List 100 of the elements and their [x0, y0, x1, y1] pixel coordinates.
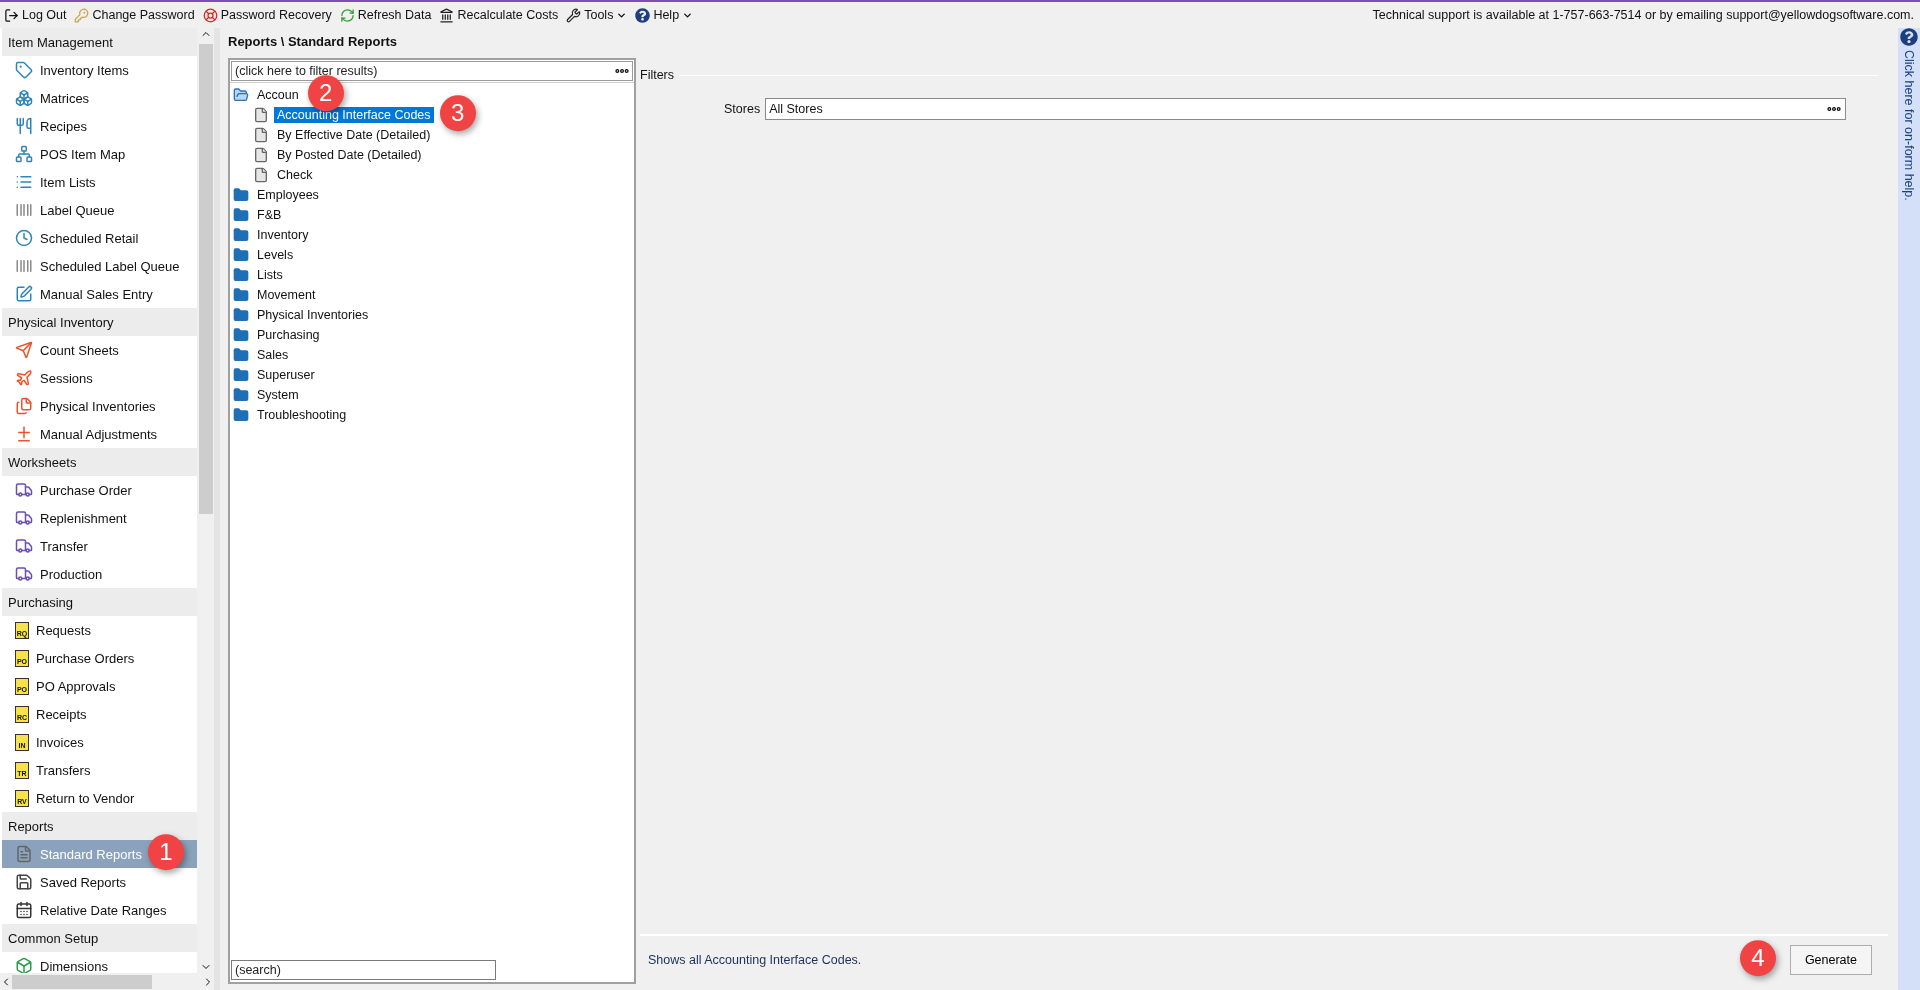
edit-icon — [15, 285, 33, 303]
lifebuoy-icon — [202, 7, 218, 23]
sidebar-item-label: Dimensions — [40, 958, 108, 973]
support-text: Technical support is available at 1-757-663-7514 or by emailing support@yellowdogsoftware.com. — [1372, 8, 1915, 22]
sidebar-item-label: Replenishment — [40, 510, 127, 526]
toolbar-button[interactable]: Change Password — [74, 7, 195, 23]
toolbar-button[interactable]: Refresh Data — [339, 7, 432, 23]
sidebar-item-label: Count Sheets — [40, 342, 119, 358]
report-icon — [15, 845, 33, 863]
tag-icon — [15, 61, 33, 79]
sidebar-item-label: Label Queue — [40, 202, 115, 218]
key-icon — [74, 7, 90, 23]
barcode-icon — [15, 257, 33, 275]
plus-minus-icon — [15, 425, 33, 443]
documents-icon — [15, 397, 33, 415]
section-header: Item Management — [2, 28, 197, 56]
search-field[interactable]: (search) — [231, 960, 496, 980]
list-icon — [15, 173, 33, 191]
section-header: Worksheets — [2, 448, 197, 476]
filters-title: Filters — [640, 68, 675, 82]
sidebar-item-label: Invoices — [36, 734, 84, 750]
tree-folder[interactable]: Lists — [254, 267, 286, 283]
callout-badge: 4 — [1739, 940, 1776, 977]
sidebar-item-label: Return to Vendor — [36, 790, 135, 806]
sidebar-item-label: Sessions — [40, 370, 93, 386]
sidebar-item-label: Purchase Order — [40, 482, 132, 498]
sidebar-item-label: Purchase Orders — [36, 650, 135, 666]
menu-button[interactable]: Help — [635, 7, 694, 23]
tree-folder[interactable]: Sales — [254, 347, 292, 363]
fork-knife-icon — [15, 117, 33, 135]
report-file-icon — [253, 107, 269, 123]
generate-button[interactable]: Generate — [1789, 945, 1872, 975]
section-header: Physical Inventory — [2, 308, 197, 336]
tree-folder[interactable]: Physical Inventories — [254, 307, 372, 323]
report-description: Shows all Accounting Interface Codes. — [648, 953, 862, 967]
help-icon — [635, 7, 651, 23]
bank-building-icon — [439, 7, 455, 23]
tree-folder[interactable]: Superuser — [254, 367, 318, 383]
sidebar-item-label: Manual Adjustments — [40, 426, 158, 442]
sidebar-item-label: Transfer — [40, 538, 88, 554]
hierarchy-icon — [15, 145, 33, 163]
logout-icon — [4, 7, 19, 23]
sidebar-item-label: Requests — [36, 622, 91, 638]
sidebar-item-label: Receipts — [36, 706, 87, 722]
refresh-icon — [339, 7, 355, 23]
sidebar-item-label: Matrices — [40, 90, 90, 106]
tree-folder[interactable]: Purchasing — [254, 327, 323, 343]
tree-folder[interactable]: System — [254, 387, 302, 403]
callout-badge: 3 — [439, 95, 476, 132]
wrench-icon — [566, 7, 582, 23]
sidebar-item-label: Recipes — [40, 118, 87, 134]
sidebar-item-label: Scheduled Retail — [40, 230, 139, 246]
sidebar-item-label: Manual Sales Entry — [40, 286, 153, 302]
sidebar-item-label: Physical Inventories — [40, 398, 156, 414]
report-file-icon — [253, 147, 269, 163]
filter-field[interactable]: (click here to filter results) — [231, 61, 633, 81]
tree-item[interactable]: Check — [274, 167, 316, 183]
stores-field[interactable]: All Stores — [765, 98, 1846, 120]
truck-icon — [15, 481, 33, 499]
plane-icon — [15, 369, 33, 387]
breadcrumb: Reports \ Standard Reports — [228, 32, 399, 51]
sidebar-item-label: Scheduled Label Queue — [40, 258, 180, 274]
sidebar-item-label: PO Approvals — [36, 678, 116, 694]
disk-document-icon — [15, 873, 33, 891]
help-strip[interactable]: Click here for on-form help. — [1898, 28, 1920, 990]
sidebar-item-label: Inventory Items — [40, 62, 129, 78]
clock-icon — [15, 229, 33, 247]
sidebar-item-label: Transfers — [36, 762, 91, 778]
tree-folder[interactable]: Employees — [254, 187, 322, 203]
section-header: Common Setup — [2, 924, 197, 952]
truck-icon — [15, 565, 33, 583]
toolbar-button[interactable]: Recalculate Costs — [439, 7, 559, 23]
tree-folder[interactable]: Inventory — [254, 227, 312, 243]
report-file-icon — [253, 127, 269, 143]
tree-item[interactable]: By Posted Date (Detailed) — [274, 147, 425, 163]
sidebar-item-label: POS Item Map — [40, 146, 126, 162]
sidebar-item-label: Saved Reports — [40, 874, 126, 890]
sidebar-item-label: Relative Date Ranges — [40, 902, 167, 918]
boxes-icon — [15, 89, 33, 107]
menu-button[interactable]: Tools — [566, 7, 628, 23]
tree-folder[interactable]: Movement — [254, 287, 319, 303]
tree-folder[interactable]: F&B — [254, 207, 285, 223]
report-file-icon — [253, 167, 269, 183]
sidebar-item-label: Item Lists — [40, 174, 96, 190]
sidebar-item-label: Production — [40, 566, 103, 582]
toolbar-button[interactable]: Log Out — [4, 7, 67, 23]
toolbar-button[interactable]: Password Recovery — [202, 7, 332, 23]
truck-icon — [15, 537, 33, 555]
truck-icon — [15, 509, 33, 527]
help-icon — [1900, 28, 1918, 46]
tree-folder[interactable]: Troubleshooting — [254, 407, 350, 423]
scrollbar[interactable] — [0, 973, 214, 990]
calendar-icon — [15, 901, 33, 919]
tree-folder[interactable]: Levels — [254, 247, 297, 263]
paper-plane-icon — [15, 341, 33, 359]
section-header: Purchasing — [2, 588, 197, 616]
barcode-icon — [15, 201, 33, 219]
section-header: Reports — [2, 812, 197, 840]
field-label: Stores — [724, 102, 761, 116]
cube-icon — [15, 957, 33, 973]
